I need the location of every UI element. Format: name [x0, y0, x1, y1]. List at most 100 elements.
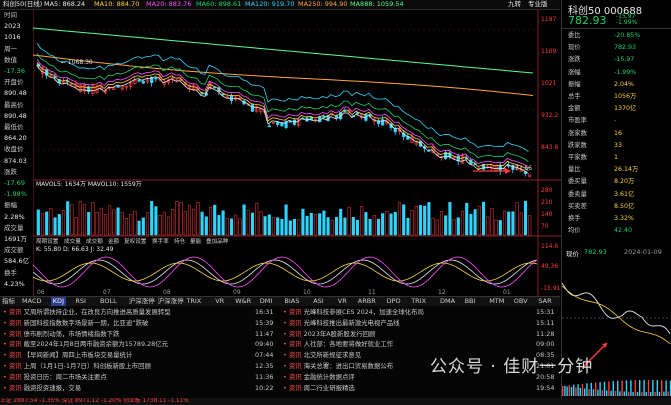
indicator-tab[interactable]: DMA: [440, 297, 455, 306]
volume-bar: [91, 202, 95, 236]
mini-volume-bar: [667, 391, 669, 396]
indicator-tab[interactable]: MACD: [22, 297, 41, 306]
news-item-right[interactable]: • 资讯 2023年A股新股发行回顾: [283, 330, 533, 339]
chart-toolbar-item[interactable]: 换手率: [152, 237, 169, 245]
indicator-tab[interactable]: KDJ: [50, 297, 66, 306]
volume-bar: [242, 204, 246, 236]
volume-bar: [343, 217, 347, 236]
indicator-tab[interactable]: VR: [215, 297, 224, 306]
mini-volume-bar: [586, 383, 588, 396]
indicator-tab[interactable]: TRIX: [411, 297, 426, 306]
chart-toolbar-item[interactable]: 复权设置: [124, 237, 147, 245]
chart-toolbar-item[interactable]: 金额: [108, 237, 120, 245]
indicator-tab[interactable]: ARBR: [358, 297, 376, 306]
volume-bar: [460, 210, 465, 236]
indicator-tab[interactable]: TRIX: [186, 297, 201, 306]
news-item-left[interactable]: • 资讯 【早间新闻】周四上市板块交易量统计: [3, 351, 253, 360]
mini-volume-bar: [581, 383, 584, 396]
news-title: 金融统计数据点评: [303, 372, 355, 381]
volume-bar: [406, 217, 410, 236]
chart-toolbar-item[interactable]: 持仓: [174, 237, 186, 245]
volume-bar: [519, 212, 523, 236]
news-item-left[interactable]: • 资讯 截至2024年1月8日两市融资余额为15789.28亿元: [3, 340, 253, 349]
quote-row-label: 涨幅: [568, 68, 581, 76]
candle-body: [141, 80, 145, 84]
indicator-tab[interactable]: BIAS: [284, 297, 299, 306]
left-info-item: 4.23%: [4, 279, 25, 288]
volume-bar: [192, 208, 196, 236]
news-item-left[interactable]: • 资讯 又周所谓扶持企业，在改良方向推进高质量发展转型: [3, 308, 253, 317]
left-info-item: 换手: [4, 268, 17, 277]
news-title: 又周所谓扶持企业，在改良方向推进高质量发展转型: [23, 308, 171, 316]
volume-bar: [70, 204, 74, 236]
kline-svg[interactable]: 119711091021932.2843.8← 1068.30777.56MAV…: [33, 10, 561, 296]
volume-bar: [376, 218, 381, 236]
mini-volume-bar: [617, 380, 619, 396]
volume-bar: [36, 209, 40, 236]
news-item-right[interactable]: • 资讯 光峰科技参展CES 2024，加速全球化布局: [283, 308, 533, 317]
volume-bar: [355, 219, 360, 236]
news-item-right[interactable]: • 资讯 光峰科技推出最新激光电视产品线: [283, 319, 533, 328]
chart-toolbar-item[interactable]: 周期设置: [36, 237, 59, 245]
indicator-tab[interactable]: 沪深涨停: [129, 297, 155, 306]
news-item-left[interactable]: • 资讯 投资日历：周二市场关注要点: [3, 373, 253, 382]
volume-bar: [490, 207, 494, 236]
nine-turn-label[interactable]: 九转: [508, 0, 521, 9]
volume-bar: [40, 213, 45, 236]
volume-bar: [326, 217, 330, 236]
volume-bar: [87, 211, 91, 236]
volume-bar: [305, 215, 309, 236]
kdj-axis-label: 49.36: [541, 263, 558, 270]
pro-version-label[interactable]: 专业版: [528, 0, 548, 9]
indicator-tab[interactable]: W&R: [235, 297, 251, 306]
indicator-tab[interactable]: VR: [338, 297, 347, 306]
indicator-tab[interactable]: MTM: [489, 297, 504, 306]
indicator-tab[interactable]: DPO: [387, 297, 401, 306]
volume-bar: [309, 212, 313, 236]
indicator-tab[interactable]: 沪深涨停: [158, 297, 184, 306]
indicator-tab[interactable]: DMI: [260, 297, 273, 306]
news-item-right[interactable]: • 资讯 人社部：各地要将做好就业工作: [283, 340, 533, 349]
volume-bar: [183, 211, 187, 236]
news-title: 2023年A股新股发行回顾: [303, 329, 376, 338]
volume-bar: [116, 207, 120, 236]
chart-toolbar-item[interactable]: 成交量: [64, 237, 81, 245]
price-axis-label: 1021: [541, 80, 556, 87]
volume-bar: [427, 202, 431, 236]
volume-bar: [473, 209, 477, 236]
volume-bar: [267, 214, 271, 236]
volume-axis-label: 70: [541, 223, 549, 230]
mini-price-line: [562, 282, 671, 334]
news-item-right[interactable]: • 资讯 周二行业研报精选: [283, 384, 533, 393]
left-info-item: 1016: [4, 33, 21, 42]
quote-row-value: 1370亿: [614, 105, 637, 113]
indicator-tab[interactable]: 指标: [2, 297, 15, 306]
volume-bar: [171, 209, 175, 236]
indicator-tab[interactable]: RSI: [75, 297, 86, 306]
news-item-left[interactable]: • 资讯 上周（1月1日-1月7日）科创板新股上市回顾: [3, 362, 253, 371]
volume-bar: [494, 219, 498, 236]
mini-volume-bar: [632, 391, 634, 396]
volume-bar: [402, 204, 406, 236]
chart-toolbar-item[interactable]: 成交额: [86, 237, 103, 245]
kline-chart[interactable]: 1197 1109 1021 932.2 843.8 ← 1068.30 777.56 MAV…: [33, 10, 561, 296]
chart-toolbar-item[interactable]: 叠加品种: [206, 237, 229, 245]
left-info-item: 1691万: [4, 235, 28, 243]
mini-volume-bar: [663, 391, 665, 396]
indicator-tab[interactable]: OBV: [514, 297, 528, 306]
indicator-tab[interactable]: BOLL: [100, 297, 117, 306]
mini-volume-bar: [592, 389, 595, 396]
indicator-tab[interactable]: BBI: [465, 297, 476, 306]
quote-row-label: 市盈率: [568, 117, 587, 125]
mini-avg-line: [562, 285, 671, 345]
mini-volume-bar: [599, 382, 601, 396]
x-axis-label: 12: [438, 289, 446, 296]
candle-body: [393, 128, 397, 133]
candle-body: [267, 125, 271, 128]
indicator-tab[interactable]: SAR: [538, 297, 551, 306]
news-item-left[interactable]: • 资讯 债市剧烈动荡，市场情绪指数下跌: [3, 330, 253, 339]
news-item-left[interactable]: • 资讯 融资投资速报，交易: [3, 384, 253, 393]
indicator-tab[interactable]: ASI: [313, 297, 324, 306]
chart-toolbar-item[interactable]: 量能: [190, 237, 202, 245]
news-item-left[interactable]: • 资讯 新国科技指数数字场景新一期，比亚迪“跌破: [3, 319, 253, 328]
